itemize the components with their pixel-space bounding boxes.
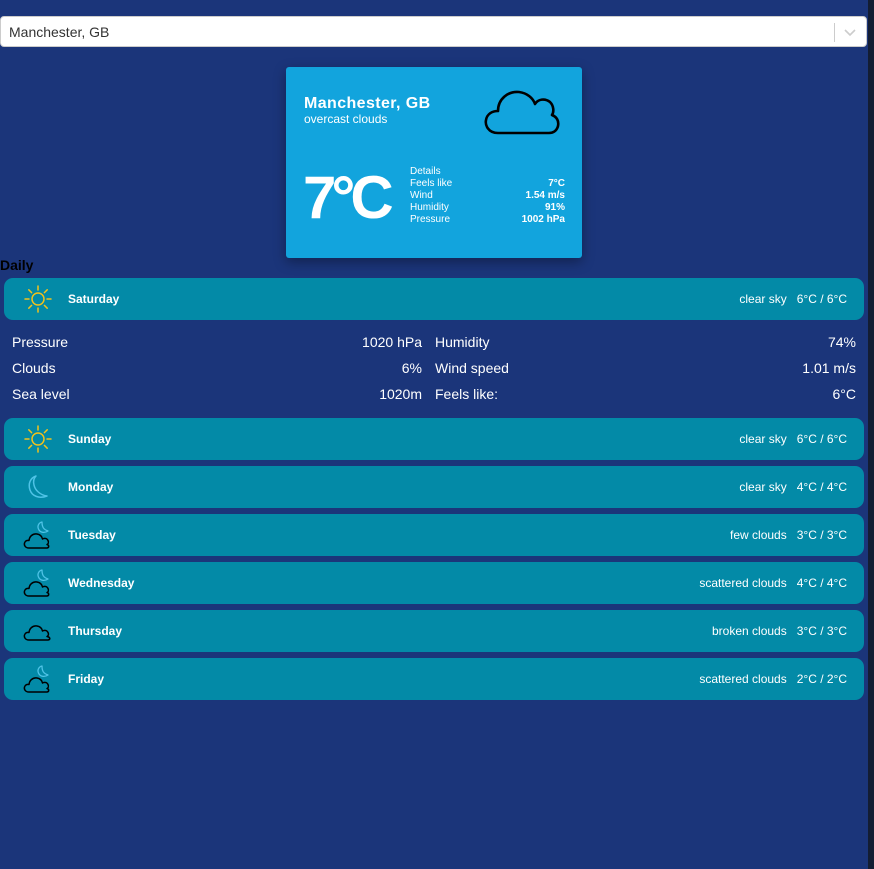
- day-temperature: 6°C / 6°C: [796, 432, 847, 446]
- detail-label: Clouds: [12, 360, 56, 376]
- day-summary: few clouds 3°C / 3°C: [730, 528, 847, 542]
- detail-row-humidity: Humidity 91%: [410, 202, 565, 214]
- day-temperature: 3°C / 3°C: [796, 624, 847, 638]
- daily-row-friday[interactable]: Friday scattered clouds 2°C / 2°C: [4, 658, 864, 700]
- day-description: clear sky: [739, 480, 787, 494]
- day-temperature: 4°C / 4°C: [796, 576, 847, 590]
- daily-row-monday[interactable]: Monday clear sky 4°C / 4°C: [4, 466, 864, 508]
- search-selected-value: Manchester, GB: [9, 24, 110, 40]
- daily-row-tuesday[interactable]: Tuesday few clouds 3°C / 3°C: [4, 514, 864, 556]
- details-row: Clouds 6% Wind speed 1.01 m/s: [12, 360, 856, 378]
- day-temperature: 4°C / 4°C: [796, 480, 847, 494]
- moon-icon: [28, 475, 48, 498]
- daily-row-saturday[interactable]: Saturday clear sky 6°C / 6°C: [4, 278, 864, 320]
- detail-value: 6°C: [832, 386, 857, 402]
- daily-row-thursday[interactable]: Thursday broken clouds 3°C / 3°C: [4, 610, 864, 652]
- day-name: Saturday: [68, 292, 120, 306]
- detail-label: Humidity: [410, 202, 449, 213]
- detail-value: 7°C: [548, 178, 565, 189]
- day-summary: clear sky 6°C / 6°C: [739, 292, 847, 306]
- day-summary: scattered clouds 4°C / 4°C: [699, 576, 847, 590]
- cloud-moon-icon: [23, 569, 50, 597]
- detail-label: Wind speed: [435, 360, 509, 376]
- chevron-down-icon[interactable]: [843, 25, 857, 39]
- day-name: Thursday: [68, 624, 123, 638]
- day-summary: clear sky 6°C / 6°C: [739, 432, 847, 446]
- cloud-moon-icon: [23, 521, 50, 549]
- daily-row-wednesday[interactable]: Wednesday scattered clouds 4°C / 4°C: [4, 562, 864, 604]
- current-city: Manchester, GB: [304, 95, 431, 112]
- detail-value: 6%: [401, 360, 422, 376]
- day-summary: scattered clouds 2°C / 2°C: [699, 672, 847, 686]
- detail-label: Feels like: [410, 178, 453, 189]
- day-description: scattered clouds: [699, 576, 787, 590]
- detail-label: Feels like:: [435, 386, 499, 402]
- details-title: Details: [410, 166, 441, 177]
- day-name: Monday: [68, 480, 114, 494]
- day-summary: clear sky 4°C / 4°C: [739, 480, 847, 494]
- detail-value: 1.54 m/s: [525, 190, 565, 201]
- details-row: Pressure 1020 hPa Humidity 74%: [12, 334, 856, 352]
- detail-row-wind: Wind 1.54 m/s: [410, 190, 565, 202]
- cloud-moon-icon: [23, 665, 50, 693]
- day-temperature: 6°C / 6°C: [796, 292, 847, 306]
- day-temperature: 3°C / 3°C: [796, 528, 847, 542]
- detail-label: Sea level: [12, 386, 70, 402]
- search-separator: [834, 23, 835, 42]
- current-description: overcast clouds: [304, 112, 388, 126]
- day-name: Friday: [68, 672, 105, 686]
- current-weather-card: Manchester, GB overcast clouds 7°C Detai…: [286, 67, 582, 258]
- detail-row-feels-like: Feels like 7°C: [410, 178, 565, 190]
- detail-value: 91%: [544, 202, 565, 213]
- detail-value: 1002 hPa: [521, 214, 565, 225]
- daily-row-sunday[interactable]: Sunday clear sky 6°C / 6°C: [4, 418, 864, 460]
- day-description: few clouds: [730, 528, 787, 542]
- current-temperature: 7°C: [303, 164, 394, 231]
- details-row: Sea level 1020m Feels like: 6°C: [12, 386, 856, 404]
- cloud-icon: [23, 625, 51, 641]
- detail-label: Humidity: [435, 334, 490, 350]
- detail-label: Wind: [410, 190, 433, 201]
- detail-value: 1020 hPa: [362, 334, 422, 350]
- day-summary: broken clouds 3°C / 3°C: [712, 624, 847, 638]
- detail-label: Pressure: [410, 214, 451, 225]
- day-description: clear sky: [739, 292, 787, 306]
- city-search-select[interactable]: Manchester, GB: [0, 16, 867, 47]
- sun-icon: [24, 425, 52, 453]
- detail-value: 74%: [827, 334, 856, 350]
- detail-value: 1020m: [379, 386, 422, 402]
- daily-heading: Daily: [0, 257, 34, 273]
- cloud-icon: [484, 90, 560, 135]
- day-name: Tuesday: [68, 528, 116, 542]
- day-description: clear sky: [739, 432, 787, 446]
- day-description: broken clouds: [712, 624, 787, 638]
- page-edge: [868, 0, 874, 869]
- detail-label: Pressure: [12, 334, 69, 350]
- day-name: Wednesday: [68, 576, 135, 590]
- sun-icon: [24, 285, 52, 313]
- detail-row-pressure: Pressure 1002 hPa: [410, 214, 565, 226]
- day-temperature: 2°C / 2°C: [796, 672, 847, 686]
- day-name: Sunday: [68, 432, 112, 446]
- detail-value: 1.01 m/s: [802, 360, 856, 376]
- current-details: Details Feels like 7°C Wind 1.54 m/s Hum…: [410, 166, 565, 226]
- day-description: scattered clouds: [699, 672, 787, 686]
